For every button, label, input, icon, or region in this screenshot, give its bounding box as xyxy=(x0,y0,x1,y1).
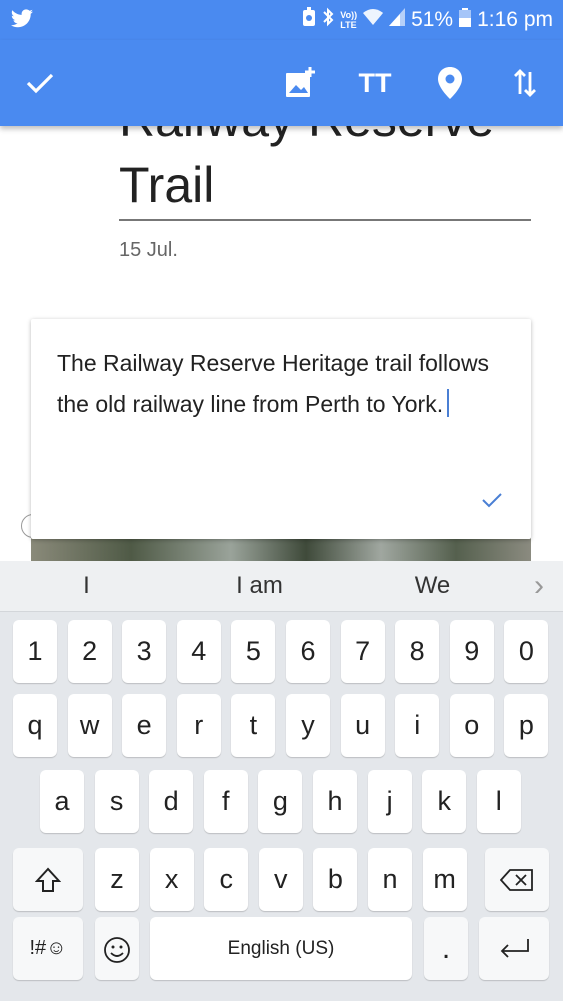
letter-key-t[interactable]: t xyxy=(231,694,276,757)
letter-key-n[interactable]: n xyxy=(368,848,412,911)
letter-key-s[interactable]: s xyxy=(94,770,139,833)
letter-key-f[interactable]: f xyxy=(203,770,248,833)
space-key[interactable]: English (US) xyxy=(150,917,412,980)
add-image-button[interactable] xyxy=(270,40,330,126)
wifi-icon xyxy=(363,8,384,32)
letter-key-o[interactable]: o xyxy=(449,694,494,757)
letter-key-w[interactable]: w xyxy=(67,694,112,757)
card-done-button[interactable] xyxy=(481,491,503,514)
battery-icon xyxy=(459,7,472,33)
symbols-key[interactable]: !#☺ xyxy=(13,917,83,980)
letter-key-l[interactable]: l xyxy=(476,770,521,833)
sort-icon xyxy=(514,69,536,97)
enter-icon xyxy=(500,938,529,958)
letter-key-g[interactable]: g xyxy=(258,770,303,833)
letter-key-v[interactable]: v xyxy=(258,848,303,911)
letter-key-y[interactable]: y xyxy=(286,694,330,757)
add-image-icon xyxy=(286,67,315,97)
letter-key-j[interactable]: j xyxy=(367,770,412,833)
text-format-icon: TT xyxy=(358,67,392,98)
shift-key[interactable] xyxy=(13,848,83,911)
volte-icon: Vo)) LTE xyxy=(340,10,358,30)
note-date: 15 Jul. xyxy=(119,239,178,261)
clock: 1:16 pm xyxy=(477,8,553,31)
letter-key-u[interactable]: u xyxy=(340,694,385,757)
letter-key-a[interactable]: a xyxy=(40,770,84,833)
note-title-line2: Trail xyxy=(119,157,215,213)
letter-key-q[interactable]: q xyxy=(13,694,57,757)
letter-key-x[interactable]: x xyxy=(149,848,194,911)
check-icon xyxy=(482,493,502,508)
location-pin-icon xyxy=(438,67,462,99)
enter-key[interactable] xyxy=(479,917,549,980)
number-key-2[interactable]: 2 xyxy=(67,620,112,683)
number-key-7[interactable]: 7 xyxy=(340,620,385,683)
letter-key-b[interactable]: b xyxy=(313,848,358,911)
number-key-3[interactable]: 3 xyxy=(122,620,167,683)
editor-toolbar: TT xyxy=(0,40,563,126)
note-title-line1: Railway Reserve xyxy=(119,126,494,152)
letter-key-e[interactable]: e xyxy=(122,694,167,757)
backspace-key[interactable] xyxy=(485,848,549,911)
letter-key-i[interactable]: i xyxy=(395,694,440,757)
suggestion-3[interactable]: We xyxy=(346,561,519,611)
emoji-key[interactable] xyxy=(95,917,139,980)
letter-key-d[interactable]: d xyxy=(149,770,194,833)
note-content: Railway Reserve Trail 15 Jul. The Railwa… xyxy=(0,126,563,561)
text-entry-card[interactable]: The Railway Reserve Heritage trail follo… xyxy=(31,319,531,539)
bluetooth-icon xyxy=(322,7,334,33)
status-bar: Vo)) LTE 51% 1:16 pm xyxy=(0,0,563,40)
letter-key-c[interactable]: c xyxy=(204,848,249,911)
number-key-1[interactable]: 1 xyxy=(13,620,57,683)
paragraph-text: The Railway Reserve Heritage trail follo… xyxy=(57,350,490,417)
location-button[interactable] xyxy=(420,40,480,126)
number-key-8[interactable]: 8 xyxy=(395,620,440,683)
suggestion-1[interactable]: I xyxy=(0,561,173,611)
number-key-4[interactable]: 4 xyxy=(176,620,221,683)
number-key-6[interactable]: 6 xyxy=(286,620,330,683)
text-entry-field[interactable]: The Railway Reserve Heritage trail follo… xyxy=(57,343,517,425)
title-underline xyxy=(119,219,531,221)
letter-key-z[interactable]: z xyxy=(95,848,139,911)
number-key-0[interactable]: 0 xyxy=(504,620,549,683)
suggestion-2[interactable]: I am xyxy=(173,561,346,611)
period-key[interactable]: . xyxy=(424,917,468,980)
done-button[interactable] xyxy=(10,40,70,126)
suggestion-expand-button[interactable]: › xyxy=(519,561,559,611)
text-format-button[interactable]: TT xyxy=(345,40,405,126)
letter-key-p[interactable]: p xyxy=(504,694,549,757)
text-cursor xyxy=(447,389,450,417)
twitter-icon xyxy=(10,9,34,34)
number-key-5[interactable]: 5 xyxy=(231,620,276,683)
shift-icon xyxy=(35,867,61,892)
check-icon xyxy=(26,73,54,94)
number-key-9[interactable]: 9 xyxy=(449,620,494,683)
emoji-icon xyxy=(104,936,130,963)
keyboard: I I am We › 1234567890 qwertyuiop asdfgh… xyxy=(0,561,563,1001)
letter-key-r[interactable]: r xyxy=(176,694,221,757)
suggestion-bar: I I am We › xyxy=(0,561,563,612)
sort-button[interactable] xyxy=(495,40,555,126)
backspace-icon xyxy=(500,868,533,891)
signal-icon xyxy=(389,8,406,32)
letter-key-h[interactable]: h xyxy=(313,770,357,833)
letter-key-k[interactable]: k xyxy=(422,770,467,833)
note-title[interactable]: Railway Reserve Trail xyxy=(119,126,494,218)
data-saver-icon xyxy=(302,7,316,33)
letter-key-m[interactable]: m xyxy=(422,848,467,911)
battery-percent: 51% xyxy=(411,8,454,31)
